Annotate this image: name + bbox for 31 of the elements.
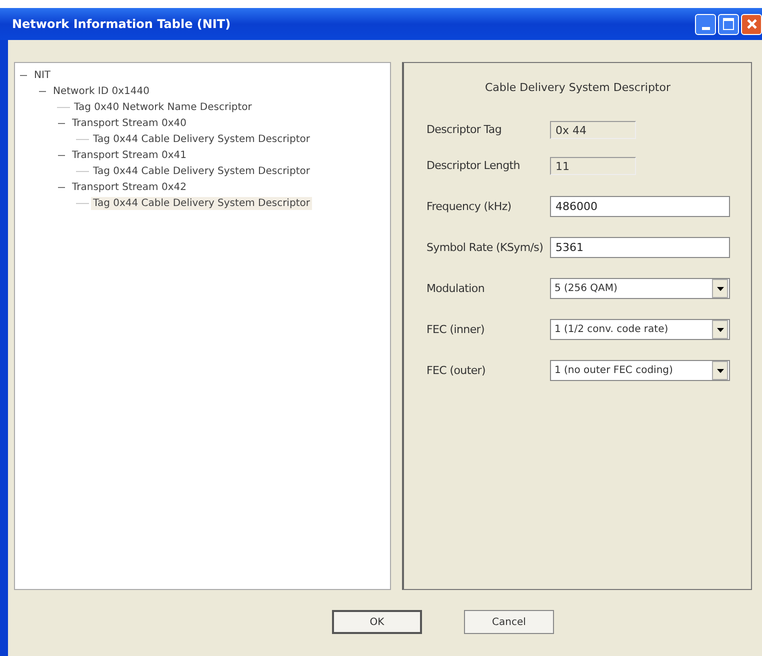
panel-title: Cable Delivery System Descriptor <box>484 81 672 94</box>
tree-item[interactable]: Network ID 0x1440 <box>51 84 152 98</box>
close-button[interactable] <box>741 14 762 34</box>
maximize-button[interactable] <box>718 14 739 34</box>
tree-item[interactable]: NIT <box>32 68 53 82</box>
dialog-button[interactable]: Cancel <box>464 610 554 634</box>
tree-item[interactable]: Transport Stream 0x42 <box>70 180 188 194</box>
field-label: FEC (inner) <box>426 323 486 336</box>
field-label: Descriptor Length <box>426 159 521 172</box>
minimize-button[interactable] <box>695 14 716 34</box>
readonly-field: 11 <box>550 156 636 174</box>
field-label: FEC (outer) <box>426 364 487 377</box>
dialog-button[interactable]: OK <box>332 610 422 634</box>
dropdown[interactable]: 1 (1/2 conv. code rate) <box>550 319 730 340</box>
tree-item[interactable]: Transport Stream 0x40 <box>70 116 188 130</box>
readonly-field: 0x 44 <box>550 120 636 138</box>
tree-item[interactable]: Tag 0x44 Cable Delivery System Descriptor <box>91 164 312 178</box>
tree-item[interactable]: Tag 0x44 Cable Delivery System Descriptor <box>91 132 312 146</box>
field-label: Modulation <box>426 282 486 295</box>
dropdown[interactable]: 5 (256 QAM) <box>550 278 730 299</box>
tree-item[interactable]: Tag 0x44 Cable Delivery System Descriptor <box>91 196 312 210</box>
field-label: Symbol Rate (KSym/s) <box>426 241 544 254</box>
field-label: Descriptor Tag <box>426 123 503 136</box>
window-title: Network Information Table (NIT) <box>11 17 231 31</box>
field-label: Frequency (kHz) <box>426 200 512 213</box>
tree-item[interactable]: Tag 0x40 Network Name Descriptor <box>72 100 254 114</box>
tree-item[interactable]: Transport Stream 0x41 <box>70 148 188 162</box>
input-field[interactable]: 5361 <box>550 237 730 258</box>
input-field[interactable]: 486000 <box>550 196 730 217</box>
close-icon <box>746 18 758 30</box>
dropdown[interactable]: 1 (no outer FEC coding) <box>550 360 730 381</box>
